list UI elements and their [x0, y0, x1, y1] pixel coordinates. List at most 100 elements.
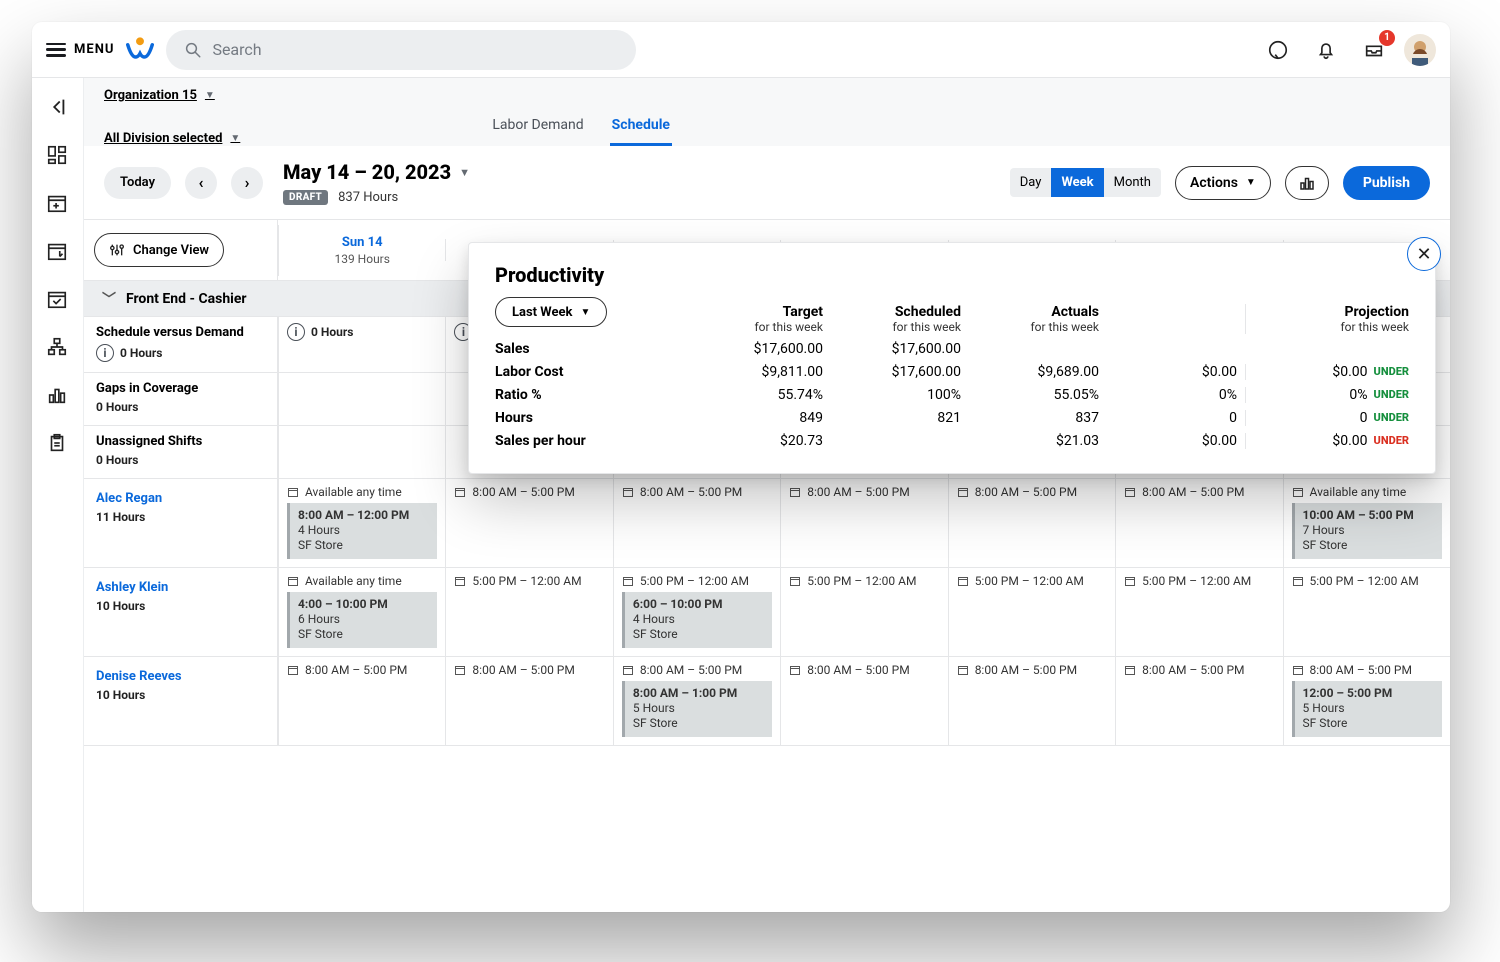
schedule-cell[interactable]: Available any time10:00 AM – 5:00 PM7 Ho…: [1283, 479, 1450, 567]
rail-calendar1[interactable]: [46, 192, 70, 216]
employee-name[interactable]: Ashley Klein: [96, 580, 168, 595]
employee-hours: 10 Hours: [96, 688, 265, 702]
metric-label: Labor Cost: [495, 364, 563, 380]
employee-row: Denise Reeves10 Hours8:00 AM – 5:00 PM8:…: [84, 657, 1450, 746]
rail-collapse[interactable]: [46, 96, 70, 120]
schedule-cell[interactable]: Available any time 4:00 – 10:00 PM6 Hours…: [278, 568, 445, 656]
schedule-cell[interactable]: 8:00 AM – 5:00 PM8:00 AM – 1:00 PM5 Hour…: [613, 657, 780, 745]
day-head-sun[interactable]: Sun 14 139 Hours: [278, 225, 445, 276]
availability: 5:00 PM – 12:00 AM: [957, 574, 1107, 588]
menu-label: MENU: [74, 42, 114, 57]
menu-button[interactable]: MENU: [46, 42, 114, 57]
shift-block[interactable]: 6:00 – 10:00 PM4 HoursSF Store: [622, 592, 772, 648]
bar-chart-icon: [1298, 174, 1316, 192]
schedule-cell[interactable]: 8:00 AM – 5:00 PM: [278, 657, 445, 745]
caret-down-icon: ▼: [230, 133, 240, 144]
status-chip: DRAFT: [283, 190, 328, 205]
schedule-cell[interactable]: 8:00 AM – 5:00 PM: [948, 657, 1115, 745]
shift-block[interactable]: 8:00 AM – 1:00 PM5 HoursSF Store: [622, 681, 772, 737]
schedule-cell[interactable]: 8:00 AM – 5:00 PM12:00 – 5:00 PM5 HoursS…: [1283, 657, 1450, 745]
seg-week[interactable]: Week: [1051, 168, 1103, 197]
schedule-cell[interactable]: 8:00 AM – 5:00 PM: [1115, 657, 1282, 745]
schedule-cell[interactable]: Available any time8:00 AM – 12:00 PM4 Ho…: [278, 479, 445, 567]
rail-org[interactable]: [46, 336, 70, 360]
availability: 8:00 AM – 5:00 PM: [622, 485, 772, 499]
schedule-cell[interactable]: 5:00 PM – 12:00 AM: [948, 568, 1115, 656]
brand-logo[interactable]: [126, 36, 154, 64]
metric-label: Ratio %: [495, 387, 542, 403]
status-flag: UNDER: [1374, 388, 1409, 401]
schedule-cell[interactable]: 8:00 AM – 5:00 PM: [445, 657, 612, 745]
schedule-cell[interactable]: 5:00 PM – 12:00 AM 6:00 – 10:00 PM4 Hours…: [613, 568, 780, 656]
rail-dashboard[interactable]: [46, 144, 70, 168]
dept-name: Front End - Cashier: [126, 291, 247, 307]
metric-label: Sales: [495, 341, 530, 357]
today-button[interactable]: Today: [104, 167, 171, 199]
productivity-popover: ✕ Productivity Last Week ▼Targetfor this…: [468, 242, 1436, 474]
schedule-cell[interactable]: 5:00 PM – 12:00 AM: [445, 568, 612, 656]
availability: 8:00 AM – 5:00 PM: [789, 663, 939, 677]
schedule-cell[interactable]: 5:00 PM – 12:00 AM: [780, 568, 947, 656]
shift-block[interactable]: 10:00 AM – 5:00 PM7 HoursSF Store: [1292, 503, 1442, 559]
sliders-icon: [109, 242, 125, 258]
availability: 8:00 AM – 5:00 PM: [957, 663, 1107, 677]
caret-down-icon: ▼: [205, 90, 215, 101]
metric-label: Sales per hour: [495, 433, 586, 449]
info-icon[interactable]: i: [287, 323, 305, 341]
rail-tasks[interactable]: [46, 432, 70, 456]
status-flag: UNDER: [1374, 434, 1409, 447]
schedule-cell[interactable]: 8:00 AM – 5:00 PM: [780, 479, 947, 567]
analytics-toggle[interactable]: [1285, 166, 1329, 200]
avatar[interactable]: [1404, 34, 1436, 66]
shift-block[interactable]: 4:00 – 10:00 PM6 HoursSF Store: [287, 592, 437, 648]
conversations-button[interactable]: [1260, 32, 1296, 68]
change-view-button[interactable]: Change View: [94, 233, 224, 267]
availability: 8:00 AM – 5:00 PM: [454, 663, 604, 677]
search-icon: [184, 41, 202, 59]
schedule-cell[interactable]: 8:00 AM – 5:00 PM: [445, 479, 612, 567]
schedule-cell[interactable]: 8:00 AM – 5:00 PM: [780, 657, 947, 745]
metric-label: Hours: [495, 410, 533, 426]
prev-button[interactable]: ‹: [185, 167, 217, 199]
availability: 8:00 AM – 5:00 PM: [789, 485, 939, 499]
tab-schedule[interactable]: Schedule: [610, 107, 672, 146]
availability: 8:00 AM – 5:00 PM: [1124, 485, 1274, 499]
employee-name[interactable]: Denise Reeves: [96, 669, 182, 684]
employee-hours: 10 Hours: [96, 599, 265, 613]
hours-total: 837 Hours: [338, 190, 398, 205]
schedule-cell[interactable]: 8:00 AM – 5:00 PM: [1115, 479, 1282, 567]
publish-button[interactable]: Publish: [1343, 166, 1430, 200]
chat-icon: [1267, 39, 1289, 61]
date-range[interactable]: May 14 – 20, 2023▼: [283, 160, 470, 184]
search-input[interactable]: Search: [166, 30, 636, 70]
availability: Available any time: [287, 574, 437, 588]
next-button[interactable]: ›: [231, 167, 263, 199]
availability: 5:00 PM – 12:00 AM: [622, 574, 772, 588]
employee-name[interactable]: Alec Regan: [96, 491, 162, 506]
rail-calendar3[interactable]: [46, 288, 70, 312]
popover-close[interactable]: ✕: [1407, 237, 1441, 271]
info-icon[interactable]: i: [96, 344, 114, 362]
division-crumb[interactable]: All Division selected▼: [104, 131, 240, 146]
org-crumb[interactable]: Organization 15▼: [104, 88, 215, 103]
lastweek-button[interactable]: Last Week ▼: [495, 297, 607, 327]
shift-block[interactable]: 12:00 – 5:00 PM5 HoursSF Store: [1292, 681, 1442, 737]
rail-calendar2[interactable]: [46, 240, 70, 264]
availability: 5:00 PM – 12:00 AM: [454, 574, 604, 588]
rail-analytics[interactable]: [46, 384, 70, 408]
availability: 8:00 AM – 5:00 PM: [454, 485, 604, 499]
schedule-cell[interactable]: 5:00 PM – 12:00 AM: [1115, 568, 1282, 656]
schedule-cell[interactable]: 8:00 AM – 5:00 PM: [613, 479, 780, 567]
schedule-cell[interactable]: 8:00 AM – 5:00 PM: [948, 479, 1115, 567]
notifications-button[interactable]: [1308, 32, 1344, 68]
seg-month[interactable]: Month: [1104, 168, 1161, 197]
employee-hours: 11 Hours: [96, 510, 265, 524]
schedule-cell[interactable]: 5:00 PM – 12:00 AM: [1283, 568, 1450, 656]
shift-block[interactable]: 8:00 AM – 12:00 PM4 HoursSF Store: [287, 503, 437, 559]
inbox-button[interactable]: 1: [1356, 32, 1392, 68]
seg-day[interactable]: Day: [1010, 168, 1052, 197]
actions-button[interactable]: Actions▼: [1175, 166, 1271, 200]
availability: 8:00 AM – 5:00 PM: [957, 485, 1107, 499]
availability: 8:00 AM – 5:00 PM: [1124, 663, 1274, 677]
tab-labor-demand[interactable]: Labor Demand: [490, 107, 585, 146]
